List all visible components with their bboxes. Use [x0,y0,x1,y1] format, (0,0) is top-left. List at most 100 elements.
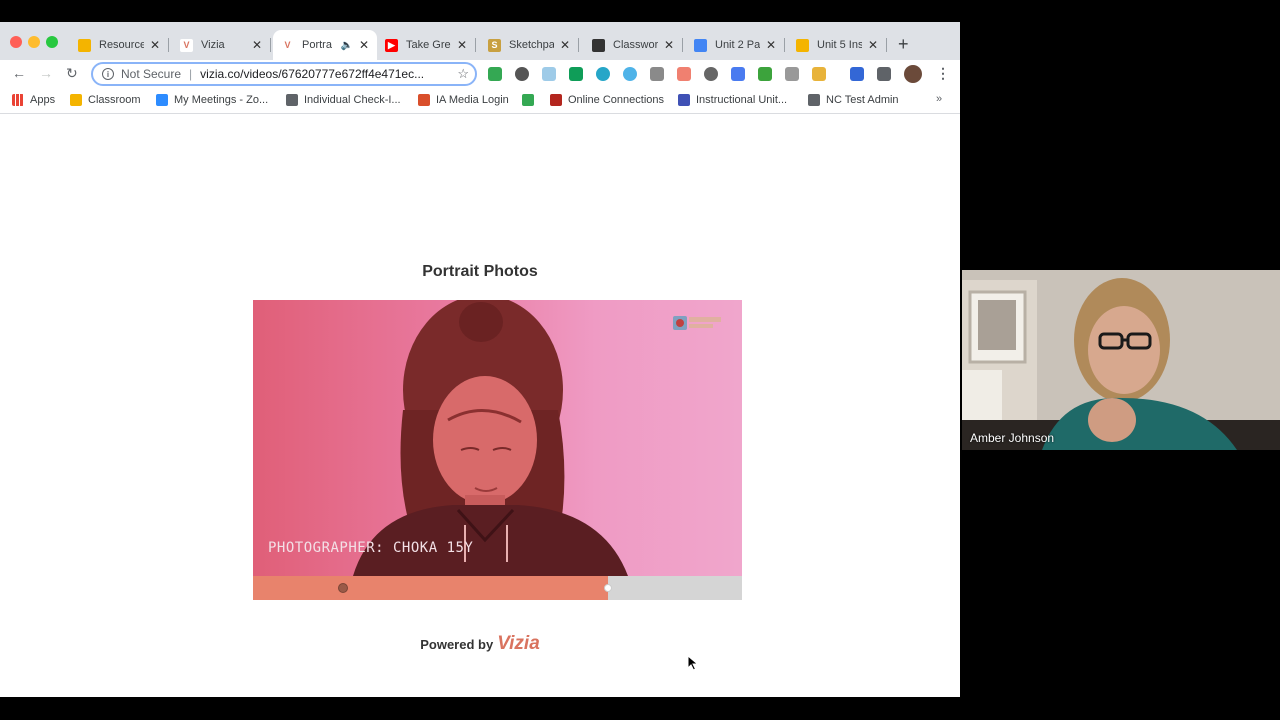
bookmark-favicon-icon [678,94,690,106]
reload-button[interactable]: ↻ [66,65,78,82]
url-text[interactable]: vizia.co/videos/67620777e672ff4e471ec... [200,67,457,81]
tab-6[interactable]: Classwork ✕ [584,30,683,60]
close-tab-icon[interactable]: ✕ [359,38,369,52]
new-tab-button[interactable]: + [898,34,909,55]
tab-title: Vizia [201,39,225,51]
bookmark-item[interactable]: NC Test Admin [808,94,899,106]
bookmark-item[interactable] [522,94,540,106]
bookmark-item[interactable]: Classroom [70,94,141,106]
tab-2[interactable]: V Vizia ✕ [172,30,271,60]
tab-5[interactable]: S Sketchpa ✕ [480,30,579,60]
pencil-extension-icon[interactable] [812,67,826,81]
profile-avatar[interactable] [904,65,922,83]
menu-kebab-icon[interactable]: ⋮ [936,65,950,82]
close-window-button[interactable] [10,36,22,48]
bookmark-item[interactable]: Individual Check-I... [286,94,401,106]
address-bar[interactable]: i Not Secure | vizia.co/videos/67620777e… [91,62,477,86]
participant-name: Amber Johnson [970,431,1055,445]
bookmark-label: Apps [30,94,56,106]
extension-icon[interactable] [515,67,529,81]
bookmark-item[interactable]: IA Media Login [418,94,509,106]
close-tab-icon[interactable]: ✕ [766,38,776,52]
tab-3[interactable]: V Portra 🔈 ✕ [273,30,377,60]
extension-icon[interactable] [542,67,556,81]
extension-icon[interactable] [569,67,583,81]
forward-button[interactable]: → [39,65,53,81]
tab-title: Unit 5 Ins [817,39,862,51]
bookmark-label: Classroom [88,94,141,106]
close-tab-icon[interactable]: ✕ [868,38,878,52]
tab-favicon-icon [592,38,605,52]
tab-4[interactable]: ▶ Take Grea ✕ [377,30,476,60]
tab-favicon-icon: V [180,38,193,52]
browser-window: Resources ✕ V Vizia ✕ V Portra 🔈 ✕ ▶ Take Grea ✕ S Sk… [0,22,960,697]
extension-icon[interactable] [731,67,745,81]
browser-toolbar: ← → ↻ i Not Secure | vizia.co/videos/676… [0,60,960,88]
tab-separator [886,38,887,52]
address-divider: | [189,67,193,81]
powered-by-footer: Powered by Vizia [0,633,960,655]
bookmark-item[interactable]: Apps [12,94,55,106]
close-tab-icon[interactable]: ✕ [150,38,160,52]
video-progress-bar[interactable] [253,576,742,600]
security-label: Not Secure [121,67,182,81]
tab-title: Resources [99,39,144,51]
extension-icon[interactable] [650,67,664,81]
extension-icon[interactable] [758,67,772,81]
tab-1[interactable]: Resources ✕ [70,30,169,60]
minimize-window-button[interactable] [28,36,40,48]
extension-icon[interactable] [677,67,691,81]
close-tab-icon[interactable]: ✕ [664,38,674,52]
tab-7[interactable]: Unit 2 Pa ✕ [686,30,785,60]
bookmark-favicon-icon [286,94,298,106]
tab-separator [475,38,476,52]
bookmarks-bar: Apps Classroom My Meetings - Zo... Individu… [0,88,960,114]
close-tab-icon[interactable]: ✕ [457,38,467,52]
tab-8[interactable]: Unit 5 Ins ✕ [788,30,887,60]
tab-favicon-icon [694,38,707,52]
bookmark-label: NC Test Admin [826,94,899,106]
tab-title: Take Grea [406,39,451,51]
tab-title: Classwork [613,39,658,51]
bookmark-label: IA Media Login [436,94,509,106]
playhead-handle[interactable] [603,584,612,592]
tab-separator [270,38,271,52]
close-tab-icon[interactable]: ✕ [560,38,570,52]
tab-separator [784,38,785,52]
tab-separator [682,38,683,52]
extension-icon[interactable] [623,67,637,81]
bookmark-item[interactable]: Online Connections [550,94,664,106]
webcam-tile[interactable]: Amber Johnson [962,270,1280,450]
cast-icon[interactable] [850,67,864,81]
playlist-icon[interactable] [877,67,891,81]
powered-by-label: Powered by [420,637,494,652]
portrait-image [353,300,628,576]
tab-favicon-icon [78,38,91,52]
bookmark-item[interactable]: Instructional Unit... [678,94,787,106]
extension-icon[interactable] [596,67,610,81]
audio-playing-icon[interactable]: 🔈 [340,40,352,51]
page-content: Portrait Photos PHOTOGRAPHER: CHOKA 15Y … [0,115,960,697]
bookmark-item[interactable]: My Meetings - Zo... [156,94,268,106]
bookmark-label: My Meetings - Zo... [174,94,269,106]
tab-separator [578,38,579,52]
video-title: Portrait Photos [422,263,538,280]
bookmarks-overflow-button[interactable]: » [936,93,942,105]
back-button[interactable]: ← [12,65,26,81]
close-tab-icon[interactable]: ✕ [252,38,262,52]
bookmark-favicon-icon [550,94,562,106]
video-player[interactable]: PHOTOGRAPHER: CHOKA 15Y [253,300,742,600]
watermark-logo [673,316,721,330]
vizia-brand-link[interactable]: Vizia [497,633,540,654]
maximize-window-button[interactable] [46,36,58,48]
bookmark-label: Individual Check-I... [304,94,401,106]
extension-icon[interactable] [704,67,718,81]
drive-extension-icon[interactable] [488,67,502,81]
info-icon[interactable]: i [102,68,114,80]
extension-icon[interactable] [785,67,799,81]
bookmark-star-icon[interactable]: ☆ [457,66,469,82]
tab-favicon-icon [796,38,809,52]
tab-title: Portra [302,39,332,51]
mouse-cursor-icon [687,655,699,671]
video-frame[interactable]: PHOTOGRAPHER: CHOKA 15Y [253,300,742,576]
